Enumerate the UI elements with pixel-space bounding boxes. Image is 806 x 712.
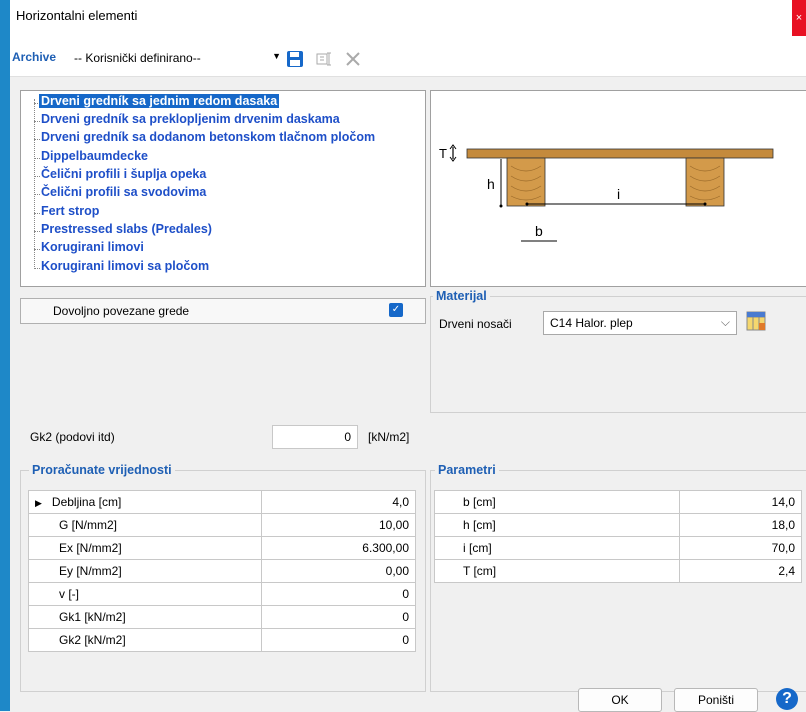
- table-row: Ey [N/mm2] 0,00: [28, 559, 416, 583]
- table-cell[interactable]: 2,4: [679, 559, 802, 583]
- table-cell[interactable]: v [-]: [28, 582, 262, 606]
- close-button[interactable]: ×: [792, 0, 806, 36]
- tree-branch: [34, 249, 40, 250]
- gk2-label: Gk2 (podovi itd): [30, 430, 115, 444]
- table-row: i [cm] 70,0: [434, 536, 802, 560]
- tree-branch: [34, 194, 40, 195]
- table-cell[interactable]: 6.300,00: [261, 536, 416, 560]
- tree-item[interactable]: Čelični profili i šuplja opeka: [41, 167, 206, 181]
- ok-button[interactable]: OK: [578, 688, 662, 712]
- table-cell[interactable]: b [cm]: [434, 490, 680, 514]
- tree-item[interactable]: Fert strop: [41, 204, 99, 218]
- table-cell[interactable]: ▶ Debljina [cm]: [28, 490, 262, 514]
- gk2-unit: [kN/m2]: [368, 430, 410, 444]
- table-row: Gk2 [kN/m2] 0: [28, 628, 416, 652]
- material-select-value: C14 Halor. plep: [550, 316, 633, 330]
- tree-branch: [34, 213, 40, 214]
- table-cell[interactable]: Gk2 [kN/m2]: [28, 628, 262, 652]
- table-row: T [cm] 2,4: [434, 559, 802, 583]
- table-cell[interactable]: G [N/mm2]: [28, 513, 262, 537]
- tree-connector: [34, 99, 36, 269]
- table-cell[interactable]: 0: [261, 628, 416, 652]
- table-cell[interactable]: Ex [N/mm2]: [28, 536, 262, 560]
- window-title: Horizontalni elementi: [16, 8, 138, 23]
- table-cell[interactable]: h [cm]: [434, 513, 680, 537]
- table-cell[interactable]: 0: [261, 605, 416, 629]
- gk2-input[interactable]: 0: [272, 425, 358, 449]
- table-row: ▶ Debljina [cm] 4,0: [28, 490, 416, 514]
- archive-select[interactable]: -- Korisnički definirano-- ▼: [70, 49, 285, 67]
- label-h: h: [487, 176, 495, 192]
- archive-select-value: -- Korisnički definirano--: [74, 51, 201, 65]
- table-row: v [-] 0: [28, 582, 416, 606]
- beams-connected-checkbox[interactable]: ✓: [389, 303, 403, 317]
- table-cell[interactable]: 14,0: [679, 490, 802, 514]
- tree-item[interactable]: Čelični profili sa svodovima: [41, 185, 206, 199]
- tree-branch: [34, 139, 40, 140]
- tree-branch: [34, 121, 40, 122]
- tree-item-selected[interactable]: Drveni gredník sa jednim redom dasaka: [39, 94, 280, 108]
- cross-section-svg: T h i b: [439, 144, 774, 242]
- cancel-button[interactable]: Poništi: [674, 688, 758, 712]
- help-icon[interactable]: ?: [776, 688, 798, 710]
- row-pointer-icon: ▶: [35, 498, 42, 508]
- tree-item[interactable]: Korugirani limovi: [41, 240, 144, 254]
- parameters-title: Parametri: [435, 463, 499, 477]
- tree-branch: [34, 176, 40, 177]
- tree-item[interactable]: Drveni gredník sa preklopljenim drvenim …: [41, 112, 340, 126]
- tree-item[interactable]: Drveni gredník sa dodanom betonskom tlač…: [41, 130, 375, 144]
- tree-branch: [34, 158, 40, 159]
- table-cell[interactable]: 10,00: [261, 513, 416, 537]
- beams-connected-row: Dovoljno povezane grede ✓: [20, 298, 426, 324]
- table-cell[interactable]: 4,0: [261, 490, 416, 514]
- table-cell[interactable]: Ey [N/mm2]: [28, 559, 262, 583]
- archive-label: Archive: [12, 50, 57, 64]
- window-left-border: [0, 0, 10, 711]
- tree-branch: [34, 231, 40, 232]
- title-bar: Horizontalni elementi ×: [0, 0, 806, 711]
- table-cell[interactable]: 18,0: [679, 513, 802, 537]
- parameters-table: b [cm] 14,0 h [cm] 18,0 i [cm] 70,0 T [cm] 2…: [434, 490, 802, 583]
- tree-branch: [34, 268, 40, 269]
- save-icon[interactable]: [286, 50, 304, 68]
- computed-values-title: Proračunate vrijednosti: [29, 463, 175, 477]
- label-i: i: [617, 186, 620, 202]
- tree-item[interactable]: Prestressed slabs (Predales): [41, 222, 212, 236]
- table-row: b [cm] 14,0: [434, 490, 802, 514]
- tree-item[interactable]: Dippelbaumdecke: [41, 149, 148, 163]
- dropdown-arrow-icon: ▼: [272, 51, 281, 61]
- delete-icon[interactable]: [344, 50, 362, 68]
- tree-item[interactable]: Korugirani limovi sa pločom: [41, 259, 209, 273]
- rename-icon[interactable]: [316, 50, 334, 68]
- table-cell[interactable]: Gk1 [kN/m2]: [28, 605, 262, 629]
- table-cell[interactable]: 0,00: [261, 559, 416, 583]
- table-row: Gk1 [kN/m2] 0: [28, 605, 416, 629]
- beams-connected-label: Dovoljno povezane grede: [53, 304, 190, 318]
- material-label: Drveni nosači: [439, 317, 512, 331]
- left-beam: [506, 157, 546, 207]
- row-name: Debljina [cm]: [51, 495, 122, 509]
- table-row: G [N/mm2] 10,00: [28, 513, 416, 537]
- cross-section-diagram: T h i b: [430, 90, 806, 287]
- table-cell[interactable]: T [cm]: [434, 559, 680, 583]
- label-t: T: [439, 146, 447, 161]
- material-table-icon[interactable]: [746, 311, 766, 331]
- right-beam: [685, 157, 725, 207]
- table-row: h [cm] 18,0: [434, 513, 802, 537]
- chevron-down-icon: ⌵: [720, 315, 730, 329]
- table-cell[interactable]: 0: [261, 582, 416, 606]
- table-cell[interactable]: i [cm]: [434, 536, 680, 560]
- material-group: Materijal Drveni nosači C14 Halor. plep …: [430, 289, 806, 413]
- archive-toolbar: Archive -- Korisnički definirano-- ▼: [10, 36, 806, 77]
- element-type-tree: Drveni gredník sa jednim redom dasaka Dr…: [20, 90, 426, 287]
- gk2-input-value: 0: [344, 430, 351, 444]
- material-group-title: Materijal: [433, 289, 490, 303]
- label-b: b: [535, 223, 543, 239]
- material-select[interactable]: C14 Halor. plep ⌵: [543, 311, 737, 335]
- table-row: Ex [N/mm2] 6.300,00: [28, 536, 416, 560]
- deck-plank: [466, 148, 774, 159]
- table-cell[interactable]: 70,0: [679, 536, 802, 560]
- computed-values-table: ▶ Debljina [cm] 4,0 G [N/mm2] 10,00 Ex [N/m…: [28, 490, 416, 652]
